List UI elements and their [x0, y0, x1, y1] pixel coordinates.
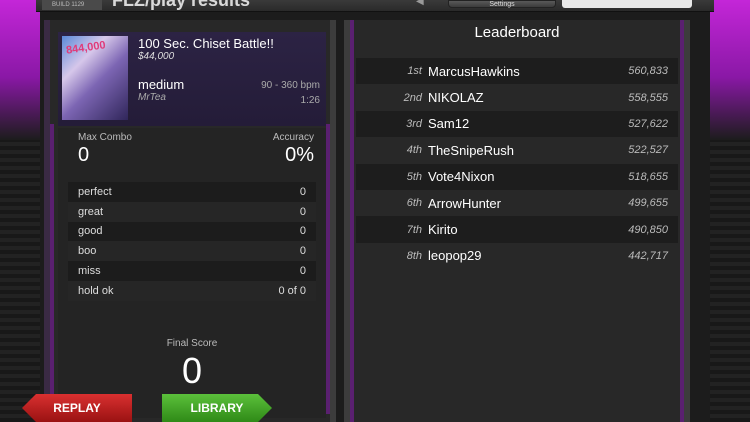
judgement-label: boo — [78, 245, 97, 258]
leaderboard-name: Kirito — [428, 222, 458, 238]
leaderboard-row[interactable]: 4th TheSnipeRush 522,527 — [356, 137, 678, 164]
judgement-row-great: great 0 — [68, 201, 316, 222]
right-stripes — [710, 140, 750, 422]
leaderboard-title: Leaderboard — [474, 24, 560, 41]
song-header: 844,000 100 Sec. Chiset Battle!! $44,000… — [58, 32, 326, 126]
leaderboard-name: Vote4Nixon — [428, 169, 495, 185]
left-glow — [0, 0, 40, 140]
leaderboard-name: TheSnipeRush — [428, 142, 514, 158]
song-title: 100 Sec. Chiset Battle!! — [138, 36, 274, 51]
judgement-value: 0 — [299, 265, 306, 278]
leaderboard-score: 499,655 — [628, 197, 668, 210]
leaderboard-rank: 3rd — [406, 117, 422, 130]
leaderboard-panel: Leaderboard 1st MarcusHawkins 560,833 2n… — [344, 20, 690, 422]
judgement-value: 0 of 0 — [278, 284, 306, 297]
library-button[interactable]: LIBRARY — [162, 394, 272, 422]
judgement-row-good: good 0 — [68, 221, 316, 242]
judgement-row-hold-ok: hold ok 0 of 0 — [68, 280, 316, 301]
leaderboard-rank: 7th — [406, 223, 422, 236]
song-artist: MrTea — [138, 92, 166, 103]
right-glow — [710, 0, 750, 140]
stats-area: Max Combo Accuracy 0 0% perfect 0 great … — [58, 128, 326, 418]
back-arrow-icon[interactable]: ◀ — [416, 0, 424, 7]
song-length: 1:26 — [300, 95, 320, 106]
settings-button[interactable]: Settings — [448, 0, 556, 8]
song-difficulty: medium — [138, 77, 185, 92]
max-combo-value: 0 — [78, 144, 90, 166]
leaderboard-rank: 6th — [406, 197, 422, 210]
leaderboard-name: ArrowHunter — [428, 195, 501, 211]
accuracy-label: Accuracy — [272, 132, 314, 143]
leaderboard-rank: 8th — [406, 249, 422, 262]
leaderboard-score: 522,527 — [628, 144, 668, 157]
judgement-row-miss: miss 0 — [68, 261, 316, 281]
leaderboard-score: 518,655 — [628, 170, 668, 183]
song-price: $44,000 — [138, 51, 175, 62]
leaderboard-score: 558,555 — [628, 91, 668, 104]
results-panel: 844,000 100 Sec. Chiset Battle!! $44,000… — [44, 20, 336, 422]
final-score-label: Final Score — [166, 338, 218, 349]
purple-strip-right — [680, 20, 684, 422]
jacket-text: 844,000 — [65, 39, 107, 57]
song-bpm: 90 - 360 bpm — [261, 80, 320, 91]
leaderboard-name: NIKOLAZ — [428, 90, 484, 106]
purple-strip-left — [50, 124, 54, 414]
judgement-value: 0 — [299, 185, 306, 198]
leaderboard-row[interactable]: 6th ArrowHunter 499,655 — [356, 189, 678, 217]
max-combo-label: Max Combo — [78, 132, 132, 143]
search-input[interactable] — [562, 0, 692, 8]
build-label: BUILD 1129 — [52, 2, 85, 8]
judgement-value: 0 — [299, 225, 306, 238]
leaderboard-rank: 1st — [407, 65, 422, 78]
judgement-label: hold ok — [78, 284, 114, 297]
judgement-value: 0 — [299, 245, 306, 258]
replay-button[interactable]: REPLAY — [22, 394, 132, 422]
accuracy-value: 0% — [285, 144, 314, 166]
judgement-label: perfect — [78, 185, 112, 198]
judgement-row-perfect: perfect 0 — [68, 182, 316, 202]
purple-strip-left — [350, 20, 354, 422]
judgement-label: miss — [78, 265, 101, 278]
leaderboard-name: leopop29 — [428, 248, 482, 264]
leaderboard-row[interactable]: 8th leopop29 442,717 — [356, 242, 678, 270]
leaderboard-score: 442,717 — [628, 249, 668, 262]
leaderboard-row[interactable]: 2nd NIKOLAZ 558,555 — [356, 84, 678, 111]
purple-strip-right — [326, 124, 330, 414]
page-title: FLZ/play results — [112, 0, 251, 10]
song-jacket: 844,000 — [62, 36, 128, 120]
leaderboard-name: Sam12 — [428, 116, 470, 132]
leaderboard-list: 1st MarcusHawkins 560,833 2nd NIKOLAZ 55… — [356, 58, 678, 270]
judgement-label: good — [78, 225, 103, 238]
judgement-list: perfect 0 great 0 good 0 boo 0 miss 0 ho… — [68, 182, 316, 301]
final-score-value: 0 — [181, 350, 203, 391]
leaderboard-row[interactable]: 5th Vote4Nixon 518,655 — [356, 163, 678, 190]
left-stripes — [0, 140, 40, 422]
leaderboard-name: MarcusHawkins — [428, 63, 520, 79]
leaderboard-row[interactable]: 1st MarcusHawkins 560,833 — [356, 58, 678, 85]
leaderboard-rank: 2nd — [403, 91, 422, 104]
leaderboard-row[interactable]: 7th Kirito 490,850 — [356, 216, 678, 243]
leaderboard-rank: 4th — [406, 144, 422, 157]
leaderboard-row[interactable]: 3rd Sam12 527,622 — [356, 110, 678, 138]
leaderboard-score: 560,833 — [628, 65, 668, 78]
leaderboard-score: 490,850 — [628, 223, 668, 236]
judgement-label: great — [78, 205, 104, 218]
leaderboard-score: 527,622 — [628, 117, 668, 130]
judgement-row-boo: boo 0 — [68, 241, 316, 262]
leaderboard-rank: 5th — [406, 170, 422, 183]
judgement-value: 0 — [299, 205, 306, 218]
